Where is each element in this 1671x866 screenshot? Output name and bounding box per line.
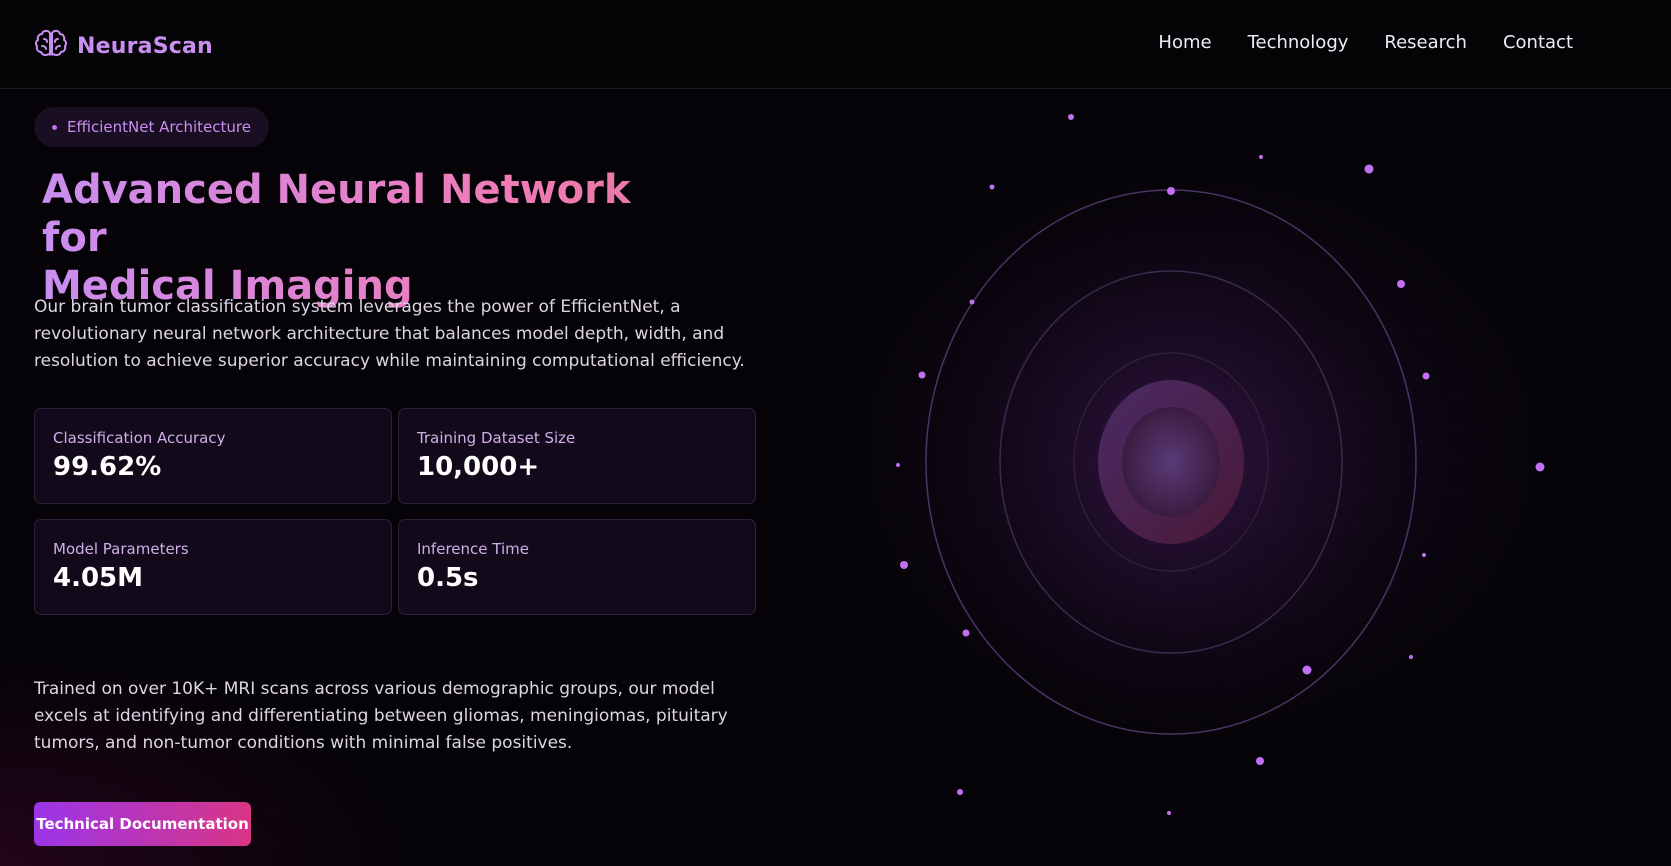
stat-card-dataset-size: Training Dataset Size 10,000+ xyxy=(398,408,756,504)
page-title: Advanced Neural Network for Medical Imag… xyxy=(42,166,692,310)
particle xyxy=(1422,372,1430,380)
nav-research[interactable]: Research xyxy=(1384,32,1467,53)
particle xyxy=(1167,811,1171,815)
particle xyxy=(989,184,995,190)
training-details: Trained on over 10K+ MRI scans across va… xyxy=(34,679,728,753)
particle xyxy=(918,371,926,379)
main-nav: Home Technology Research Contact xyxy=(1158,32,1573,53)
nav-contact[interactable]: Contact xyxy=(1503,32,1573,53)
particle xyxy=(957,789,963,795)
particle xyxy=(969,299,975,305)
particle xyxy=(1259,155,1263,159)
brand-logo[interactable]: NeuraScan xyxy=(34,27,213,65)
brain-icon xyxy=(34,27,68,65)
stat-value: 0.5s xyxy=(417,563,479,593)
nav-technology[interactable]: Technology xyxy=(1248,32,1349,53)
particle xyxy=(900,561,908,569)
nav-home[interactable]: Home xyxy=(1158,32,1211,53)
badge-dot-icon xyxy=(52,124,57,130)
architecture-badge: EfficientNet Architecture xyxy=(34,107,269,147)
particle xyxy=(1256,757,1264,765)
particle xyxy=(896,463,900,467)
top-navbar: NeuraScan Home Technology Research Conta… xyxy=(0,0,1671,89)
stat-card-parameters: Model Parameters 4.05M xyxy=(34,519,392,615)
title-line-1: Advanced Neural Network for xyxy=(42,167,631,261)
brand-name: NeuraScan xyxy=(77,33,213,59)
particle xyxy=(1364,164,1374,174)
particle xyxy=(1397,280,1405,288)
particle xyxy=(1167,187,1175,195)
stat-card-accuracy: Classification Accuracy 99.62% xyxy=(34,408,392,504)
stat-label: Classification Accuracy xyxy=(53,429,226,447)
stat-value: 99.62% xyxy=(53,452,162,482)
stat-value: 4.05M xyxy=(53,563,144,593)
neural-network-visualization xyxy=(871,114,1545,815)
particle xyxy=(1068,114,1074,120)
stat-value: 10,000+ xyxy=(417,452,540,482)
particle xyxy=(1302,665,1312,675)
stat-card-inference-time: Inference Time 0.5s xyxy=(398,519,756,615)
technical-documentation-button[interactable]: Technical Documentation xyxy=(34,802,251,846)
particle xyxy=(1409,655,1413,659)
hero-description: Our brain tumor classification system le… xyxy=(34,297,745,371)
core-inner xyxy=(1122,407,1220,517)
particle xyxy=(962,629,970,637)
badge-label: EfficientNet Architecture xyxy=(67,118,251,136)
particle xyxy=(1535,462,1545,472)
stat-label: Model Parameters xyxy=(53,540,189,558)
stat-label: Training Dataset Size xyxy=(417,429,576,447)
particle xyxy=(1422,553,1426,557)
stat-label: Inference Time xyxy=(417,540,529,558)
